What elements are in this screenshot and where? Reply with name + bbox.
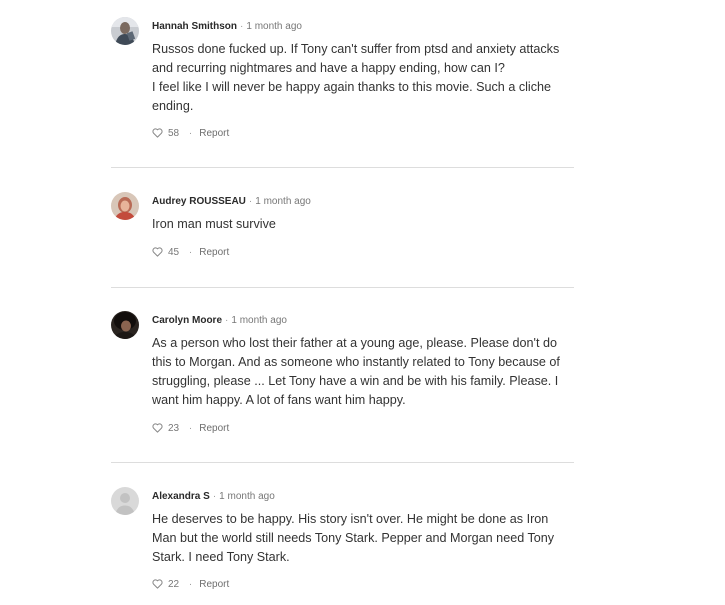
comment-actions: 23 · Report [152,423,229,435]
heart-icon [152,247,163,257]
comment-line: and recurring nightmares and have a happ… [152,61,505,75]
timestamp[interactable]: 1 month ago [231,315,287,326]
comment-actions: 22 · Report [152,579,229,591]
heart-icon [152,128,163,138]
meta-separator: · [225,315,229,326]
like-button[interactable]: 23 [152,423,182,434]
comment-divider [111,462,574,463]
comment-line: Iron man must survive [152,217,276,231]
meta-separator: · [248,196,253,207]
author-name[interactable]: Hannah Smithson [152,21,237,32]
action-separator: · [188,423,193,434]
comment-meta: Carolyn Moore · 1 month ago [152,314,287,328]
user-photo-icon [111,17,139,45]
heart-icon [152,579,163,589]
like-count: 23 [168,423,180,434]
comment-actions: 45 · Report [152,247,229,259]
heart-icon [152,423,163,433]
avatar[interactable] [111,17,139,45]
comment-meta: Alexandra S · 1 month ago [152,490,275,504]
like-button[interactable]: 22 [152,579,182,590]
timestamp[interactable]: 1 month ago [255,196,311,207]
action-separator: · [188,128,193,139]
comment-divider [111,287,574,288]
like-count: 22 [168,579,180,590]
like-count: 45 [168,247,180,258]
comment-line: He deserves to be happy. His story isn't… [152,512,549,526]
comment-line: As a person who lost their father at a y… [152,336,557,350]
like-button[interactable]: 45 [152,247,182,258]
comment-body: Russos done fucked up. If Tony can't suf… [152,40,577,116]
comment-body: He deserves to be happy. His story isn't… [152,510,577,567]
comment-line: want him happy. A lot of fans want him h… [152,393,406,407]
timestamp[interactable]: 1 month ago [219,491,275,502]
comment-actions: 58 · Report [152,128,229,140]
meta-separator: · [240,21,244,32]
user-photo-icon [111,192,139,220]
report-link[interactable]: Report [199,128,229,139]
comment-line: this to Morgan. And as someone who insta… [152,355,560,369]
comment-item: Alexandra S · 1 month ago He deserves to b… [111,487,576,597]
action-separator: · [188,579,193,590]
comment-line: I feel like I will never be happy again … [152,80,552,94]
report-link[interactable]: Report [199,423,229,434]
comment-line: Russos done fucked up. If Tony can't suf… [152,42,560,56]
like-count: 58 [168,128,180,139]
comment-line: struggling, please ... Let Tony have a w… [152,374,559,388]
author-name[interactable]: Carolyn Moore [152,315,222,326]
comment-meta: Audrey ROUSSEAU · 1 month ago [152,195,311,209]
action-separator: · [188,247,193,258]
meta-separator: · [212,491,217,502]
comment-body: Iron man must survive [152,215,577,234]
comment-divider [111,167,574,168]
author-name[interactable]: Audrey ROUSSEAU [152,196,246,207]
comment-item: Audrey ROUSSEAU · 1 month ago Iron man mus… [111,192,576,262]
comment-line: Stark. I need Tony Stark. [152,550,290,564]
avatar[interactable] [111,192,139,220]
avatar[interactable] [111,487,139,515]
comment-meta: Hannah Smithson · 1 month ago [152,20,302,34]
comment-item: Hannah Smithson · 1 month ago Russos done … [111,17,576,147]
report-link[interactable]: Report [199,579,229,590]
timestamp[interactable]: 1 month ago [246,21,302,32]
comment-item: Carolyn Moore · 1 month ago As a person wh… [111,311,576,441]
comment-line: ending. [152,99,194,113]
comments-page: Hannah Smithson · 1 month ago Russos done … [0,0,725,605]
comment-line: Man but the world still needs Tony Stark… [152,531,555,545]
author-name[interactable]: Alexandra S [152,491,210,502]
avatar[interactable] [111,311,139,339]
user-photo-icon [111,311,139,339]
report-link[interactable]: Report [199,247,229,258]
default-avatar-icon [111,487,139,515]
comment-body: As a person who lost their father at a y… [152,334,577,410]
like-button[interactable]: 58 [152,128,182,139]
